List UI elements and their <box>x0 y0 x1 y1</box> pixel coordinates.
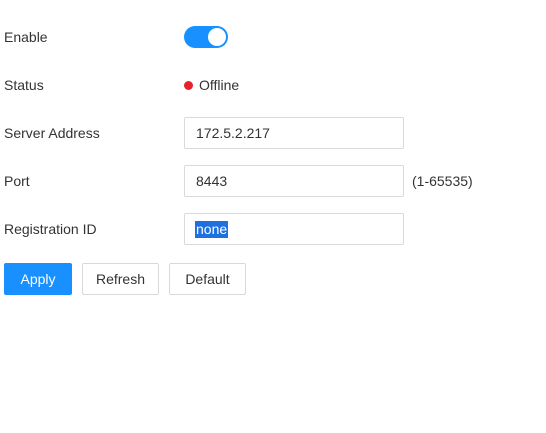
enable-row: Enable <box>4 21 544 53</box>
enable-toggle[interactable] <box>184 26 228 48</box>
port-value: 8443 <box>196 173 228 189</box>
port-range-hint: (1-65535) <box>412 173 473 189</box>
status-indicator: Offline <box>184 69 239 101</box>
registration-settings-panel: Enable Status Offline Server Address 172… <box>0 0 546 433</box>
registration-id-label: Registration ID <box>4 221 97 237</box>
server-address-label: Server Address <box>4 125 100 141</box>
enable-label: Enable <box>4 29 48 45</box>
status-label: Status <box>4 77 44 93</box>
registration-id-row: Registration ID none <box>4 213 544 245</box>
refresh-button[interactable]: Refresh <box>82 263 159 295</box>
status-dot-icon <box>184 80 193 90</box>
registration-id-input[interactable]: none <box>184 213 404 245</box>
toggle-knob <box>208 28 226 46</box>
port-label: Port <box>4 173 30 189</box>
port-row: Port 8443 (1-65535) <box>4 165 544 197</box>
server-address-value: 172.5.2.217 <box>196 125 270 141</box>
status-row: Status Offline <box>4 69 544 101</box>
registration-id-value: none <box>195 221 229 238</box>
server-address-input[interactable]: 172.5.2.217 <box>184 117 404 149</box>
port-input[interactable]: 8443 <box>184 165 404 197</box>
apply-button[interactable]: Apply <box>4 263 72 295</box>
server-address-row: Server Address 172.5.2.217 <box>4 117 544 149</box>
default-button[interactable]: Default <box>169 263 246 295</box>
status-value: Offline <box>199 77 240 93</box>
